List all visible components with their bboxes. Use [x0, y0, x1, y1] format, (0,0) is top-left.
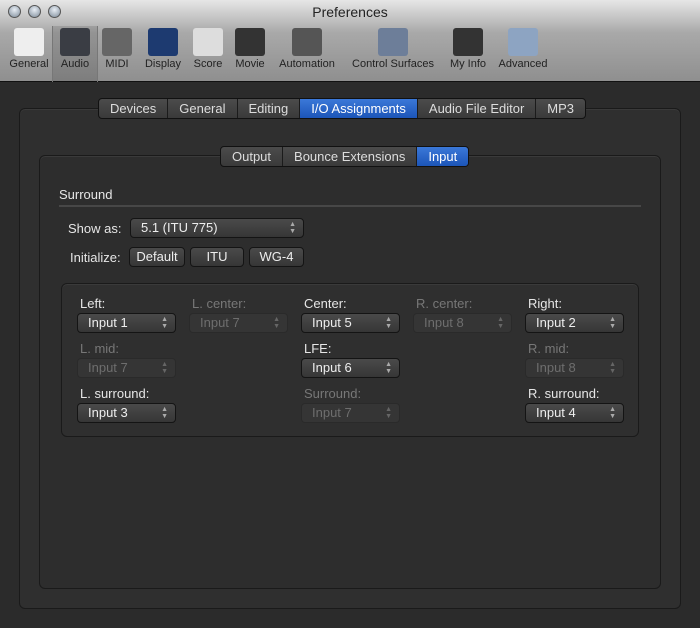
channel-label: L. center: — [192, 296, 247, 311]
channel-value: Input 8 — [536, 360, 576, 375]
updown-arrows-icon: ▲ ▼ — [161, 361, 168, 375]
default-button[interactable]: Default — [129, 247, 185, 267]
toolbar-display[interactable]: Display — [141, 26, 185, 82]
audio-icon — [60, 28, 90, 56]
updown-arrows-icon: ▲ ▼ — [609, 406, 616, 420]
updown-arrows-icon: ▲ ▼ — [385, 361, 392, 375]
toolbar-label: Display — [144, 58, 182, 70]
subtab-2[interactable]: Input — [417, 147, 469, 166]
channel-popup: Input 7 ▲ ▼ — [301, 403, 400, 423]
channel-label: Right: — [528, 296, 562, 311]
toolbar-my-info[interactable]: My Info — [445, 26, 491, 82]
channel-value: Input 5 — [312, 315, 352, 330]
updown-arrows-icon: ▲ ▼ — [609, 316, 616, 330]
midi-icon — [102, 28, 132, 56]
io-subtabs: Output Bounce Extensions Input — [220, 146, 470, 167]
toolbar-midi[interactable]: MIDI — [99, 26, 135, 82]
show-as-value: 5.1 (ITU 775) — [141, 220, 218, 235]
channel-value: Input 2 — [536, 315, 576, 330]
main-tabs: Devices General Editing I/O Assignments Audi… — [98, 98, 587, 119]
display-icon — [148, 28, 178, 56]
tab-2[interactable]: Editing — [238, 99, 301, 118]
toolbar-label: General — [9, 58, 49, 70]
updown-arrows-icon: ▲ ▼ — [161, 316, 168, 330]
control-surfaces-icon — [378, 28, 408, 56]
updown-arrows-icon: ▲ ▼ — [609, 361, 616, 375]
toolbar-label: Automation — [279, 58, 335, 70]
channel-label: R. center: — [416, 296, 473, 311]
toolbar-score[interactable]: Score — [190, 26, 226, 82]
score-icon — [193, 28, 223, 56]
channel-popup[interactable]: Input 2 ▲ ▼ — [525, 313, 624, 333]
updown-arrows-icon: ▲ ▼ — [273, 316, 280, 330]
toolbar-label: Score — [193, 58, 223, 70]
channel-label: Left: — [80, 296, 106, 311]
toolbar-automation[interactable]: Automation — [274, 26, 340, 82]
toolbar-label: Control Surfaces — [352, 58, 434, 70]
channel-value: Input 4 — [536, 405, 576, 420]
tab-0[interactable]: Devices — [99, 99, 169, 118]
title-bar: Preferences General Audio MIDI Display Score… — [0, 0, 700, 82]
channel-value: Input 6 — [312, 360, 352, 375]
movie-icon — [235, 28, 265, 56]
toolbar-label: My Info — [449, 58, 487, 70]
tab-1[interactable]: General — [168, 99, 238, 118]
channel-value: Input 1 — [88, 315, 128, 330]
channel-popup: Input 8 ▲ ▼ — [525, 358, 624, 378]
channel-label: R. mid: — [528, 341, 570, 356]
channel-popup[interactable]: Input 4 ▲ ▼ — [525, 403, 624, 423]
channel-popup[interactable]: Input 6 ▲ ▼ — [301, 358, 400, 378]
divider — [59, 205, 641, 207]
updown-arrows-icon: ▲ ▼ — [385, 406, 392, 420]
channel-popup: Input 7 ▲ ▼ — [189, 313, 288, 333]
toolbar-advanced[interactable]: Advanced — [495, 26, 551, 82]
updown-arrows-icon: ▲ ▼ — [385, 316, 392, 330]
advanced-icon — [508, 28, 538, 56]
initialize-label: Initialize: — [70, 250, 121, 265]
wg4-button[interactable]: WG-4 — [249, 247, 304, 267]
tab-5[interactable]: MP3 — [536, 99, 585, 118]
channel-popup[interactable]: Input 1 ▲ ▼ — [77, 313, 176, 333]
general-icon — [14, 28, 44, 56]
channel-value: Input 7 — [312, 405, 352, 420]
channel-popup[interactable]: Input 5 ▲ ▼ — [301, 313, 400, 333]
channel-label: L. surround: — [80, 386, 150, 401]
toolbar-audio[interactable]: Audio — [52, 26, 98, 82]
toolbar-general[interactable]: General — [7, 26, 51, 82]
updown-arrows-icon: ▲ ▼ — [497, 316, 504, 330]
automation-icon — [292, 28, 322, 56]
tab-3[interactable]: I/O Assignments — [300, 99, 418, 118]
subtab-1[interactable]: Bounce Extensions — [283, 147, 418, 166]
channel-label: LFE: — [304, 341, 332, 356]
surround-heading: Surround — [59, 187, 113, 202]
channel-value: Input 3 — [88, 405, 128, 420]
my-info-icon — [453, 28, 483, 56]
channel-value: Input 7 — [200, 315, 240, 330]
updown-arrows-icon: ▲ ▼ — [161, 406, 168, 420]
toolbar-label: Audio — [60, 58, 90, 70]
channel-value: Input 7 — [88, 360, 128, 375]
tab-4[interactable]: Audio File Editor — [418, 99, 537, 118]
channel-label: L. mid: — [80, 341, 120, 356]
updown-arrows-icon: ▲ ▼ — [289, 221, 296, 235]
toolbar-control-surfaces[interactable]: Control Surfaces — [346, 26, 440, 82]
channel-popup: Input 8 ▲ ▼ — [413, 313, 512, 333]
channel-popup[interactable]: Input 3 ▲ ▼ — [77, 403, 176, 423]
channel-popup: Input 7 ▲ ▼ — [77, 358, 176, 378]
toolbar-label: Movie — [235, 58, 265, 70]
channel-label: R. surround: — [528, 386, 600, 401]
itu-button[interactable]: ITU — [190, 247, 244, 267]
toolbar-label: MIDI — [105, 58, 129, 70]
show-as-popup[interactable]: 5.1 (ITU 775) ▲ ▼ — [130, 218, 304, 238]
toolbar-label: Advanced — [498, 58, 548, 70]
window-title: Preferences — [312, 4, 388, 20]
show-as-label: Show as: — [68, 221, 122, 236]
subtab-0[interactable]: Output — [221, 147, 284, 166]
channel-label: Surround: — [304, 386, 362, 401]
channel-label: Center: — [304, 296, 347, 311]
channel-value: Input 8 — [424, 315, 464, 330]
toolbar-movie[interactable]: Movie — [230, 26, 270, 82]
